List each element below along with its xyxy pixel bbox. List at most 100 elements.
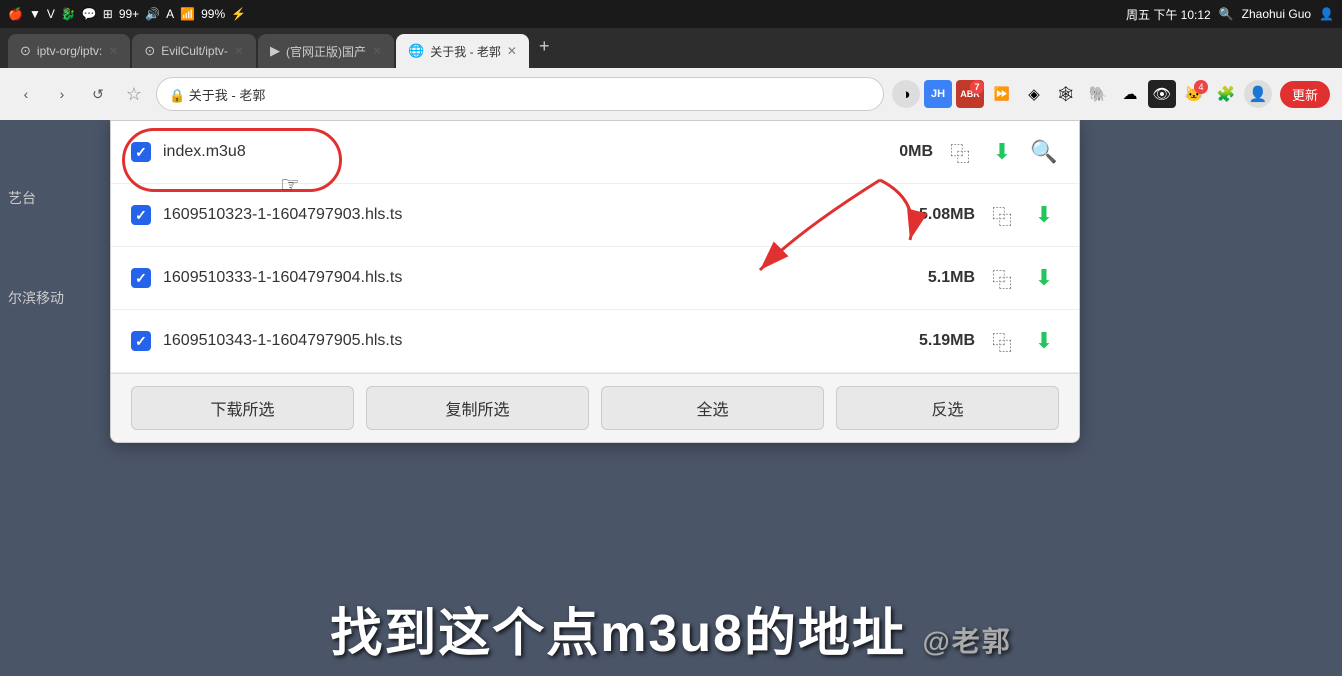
sidebar-item-2: 尔滨移动 [8, 288, 102, 308]
copy-icon-2[interactable]: ⿻ [987, 200, 1017, 230]
status-avatar: 👤 [1319, 7, 1334, 21]
copy-icon-3[interactable]: ⿻ [987, 263, 1017, 293]
new-tab-button[interactable]: + [531, 36, 558, 57]
tab-1-label: iptv-org/iptv: [37, 44, 102, 58]
checkbox-4[interactable]: ✓ [131, 331, 151, 351]
tab-4-icon: 🌐 [408, 43, 424, 59]
download-panel: ✓ index.m3u8 0MB ⿻ ⬇ 🔍 ✓ 1609510323-1-16… [110, 120, 1080, 443]
ext-abr-badge: 7 [970, 80, 984, 94]
ext-icon-orb[interactable]: ◑ [892, 80, 920, 108]
download-item-4: ✓ 1609510343-1-1604797905.hls.ts 5.19MB … [111, 310, 1079, 373]
ext-icon-abr[interactable]: ABR 7 [956, 80, 984, 108]
tab-1[interactable]: ⊙ iptv-org/iptv: ✕ [8, 34, 130, 68]
subtitle-main: 找到这个点m3u8的地址 [330, 605, 906, 663]
checkmark-4: ✓ [135, 333, 147, 350]
checkbox-1[interactable]: ✓ [131, 142, 151, 162]
tab-1-close[interactable]: ✕ [108, 44, 118, 58]
ext-icon-jh[interactable]: JH [924, 80, 952, 108]
tab-3-close[interactable]: ✕ [372, 44, 382, 58]
back-button[interactable]: ‹ [12, 80, 40, 108]
status-icon-dragon: 🐉 [61, 7, 76, 21]
ext-icon-diamond[interactable]: ◈ [1020, 80, 1048, 108]
tab-bar: ⊙ iptv-org/iptv: ✕ ⊙ EvilCult/iptv- ✕ ▶ … [0, 28, 1342, 68]
ext-icon-eye[interactable]: 👁 [1148, 80, 1176, 108]
forward-button[interactable]: › [48, 80, 76, 108]
apple-menu-icon: 🍎 [8, 7, 23, 21]
ext-icon-cloud[interactable]: ☁ [1116, 80, 1144, 108]
download-action-buttons: 下载所选 复制所选 全选 反选 [111, 373, 1079, 442]
tab-3-label: (官网正版)国产 [286, 43, 366, 60]
status-bar: 🍎 ▼ V 🐉 💬 ⊞ 99+ 🔊 A 📶 99% ⚡ 周五 下午 10:12 … [0, 0, 1342, 28]
file-name-2: 1609510323-1-1604797903.hls.ts [163, 206, 883, 224]
tab-4-close[interactable]: ✕ [507, 44, 517, 58]
file-size-1: 0MB [853, 143, 933, 161]
status-icon-2: V [47, 7, 55, 21]
address-text: 🔒 关于我 - 老郭 [169, 85, 265, 104]
content-area: 艺台 尔滨移动 ✓ index.m3u8 0MB ⿻ ⬇ 🔍 ✓ 1609510… [0, 120, 1342, 676]
status-icon-1: ▼ [29, 7, 41, 21]
subtitle: 找到这个点m3u8的地址 @老郭 [0, 591, 1342, 666]
checkmark-3: ✓ [135, 270, 147, 287]
tab-2-icon: ⊙ [144, 43, 155, 59]
copy-selected-button[interactable]: 复制所选 [366, 386, 589, 430]
file-size-3: 5.1MB [895, 269, 975, 287]
status-user: Zhaohui Guo [1242, 7, 1311, 21]
status-time: 周五 下午 10:12 [1126, 6, 1211, 23]
ext-icon-puzzle[interactable]: 🧩 [1212, 80, 1240, 108]
extension-icons: ◑ JH ABR 7 ⏩ ◈ 🕸 🐘 ☁ 👁 🐱 4 🧩 👤 [892, 80, 1272, 108]
address-bar[interactable]: 🔒 关于我 - 老郭 [156, 77, 884, 111]
copy-icon-1[interactable]: ⿻ [945, 137, 975, 167]
select-all-button[interactable]: 全选 [601, 386, 824, 430]
checkbox-2[interactable]: ✓ [131, 205, 151, 225]
download-icon-2[interactable]: ⬇ [1029, 200, 1059, 230]
download-item-2: ✓ 1609510323-1-1604797903.hls.ts 5.08MB … [111, 184, 1079, 247]
ext-icon-network[interactable]: 🕸 [1052, 80, 1080, 108]
bookmark-button[interactable]: ☆ [120, 80, 148, 108]
checkmark-2: ✓ [135, 207, 147, 224]
checkbox-3[interactable]: ✓ [131, 268, 151, 288]
download-icon-3[interactable]: ⬇ [1029, 263, 1059, 293]
status-badge-99: 99+ [119, 7, 139, 21]
reload-button[interactable]: ↺ [84, 80, 112, 108]
ext-icon-avatar[interactable]: 👤 [1244, 80, 1272, 108]
search-icon-1[interactable]: 🔍 [1029, 137, 1059, 167]
status-icon-chat: 💬 [82, 7, 97, 21]
download-icon-4[interactable]: ⬇ [1029, 326, 1059, 356]
ext-icon-flow[interactable]: ⏩ [988, 80, 1016, 108]
status-bar-right: 周五 下午 10:12 🔍 Zhaohui Guo 👤 [1126, 6, 1334, 23]
download-item-3: ✓ 1609510333-1-1604797904.hls.ts 5.1MB ⿻… [111, 247, 1079, 310]
checkmark-1: ✓ [135, 144, 147, 161]
download-selected-button[interactable]: 下载所选 [131, 386, 354, 430]
tab-2-close[interactable]: ✕ [234, 44, 244, 58]
file-name-3: 1609510333-1-1604797904.hls.ts [163, 269, 883, 287]
toolbar: ‹ › ↺ ☆ 🔒 关于我 - 老郭 ◑ JH ABR 7 ⏩ ◈ 🕸 🐘 ☁ … [0, 68, 1342, 120]
invert-selection-button[interactable]: 反选 [836, 386, 1059, 430]
tab-4[interactable]: 🌐 关于我 - 老郭 ✕ [396, 34, 529, 68]
tab-3[interactable]: ▶ (官网正版)国产 ✕ [258, 34, 394, 68]
download-icon-1[interactable]: ⬇ [987, 137, 1017, 167]
battery-percent: 99% [201, 7, 225, 21]
download-item-1: ✓ index.m3u8 0MB ⿻ ⬇ 🔍 [111, 121, 1079, 184]
subtitle-attribution: @老郭 [922, 626, 1011, 657]
file-name-1: index.m3u8 [163, 143, 841, 161]
sidebar-item-1: 艺台 [8, 188, 102, 208]
file-name-4: 1609510343-1-1604797905.hls.ts [163, 332, 883, 350]
status-bar-left: 🍎 ▼ V 🐉 💬 ⊞ 99+ 🔊 A 📶 99% ⚡ [8, 7, 246, 21]
status-icon-wifi: 📶 [180, 7, 195, 21]
tab-4-label: 关于我 - 老郭 [430, 43, 501, 60]
tab-1-icon: ⊙ [20, 43, 31, 59]
file-size-2: 5.08MB [895, 206, 975, 224]
tab-2[interactable]: ⊙ EvilCult/iptv- ✕ [132, 34, 256, 68]
battery-icon: ⚡ [231, 7, 246, 21]
status-icon-sound: 🔊 [145, 7, 160, 21]
ext-icon-cat[interactable]: 🐱 4 [1180, 80, 1208, 108]
status-icon-a: A [166, 7, 174, 21]
tab-3-icon: ▶ [270, 43, 280, 59]
ext-cat-badge: 4 [1194, 80, 1208, 94]
status-icon-grid: ⊞ [103, 7, 113, 21]
copy-icon-4[interactable]: ⿻ [987, 326, 1017, 356]
status-search-icon: 🔍 [1219, 7, 1234, 21]
sidebar: 艺台 尔滨移动 [0, 180, 110, 316]
update-button[interactable]: 更新 [1280, 81, 1330, 108]
ext-icon-elephant[interactable]: 🐘 [1084, 80, 1112, 108]
